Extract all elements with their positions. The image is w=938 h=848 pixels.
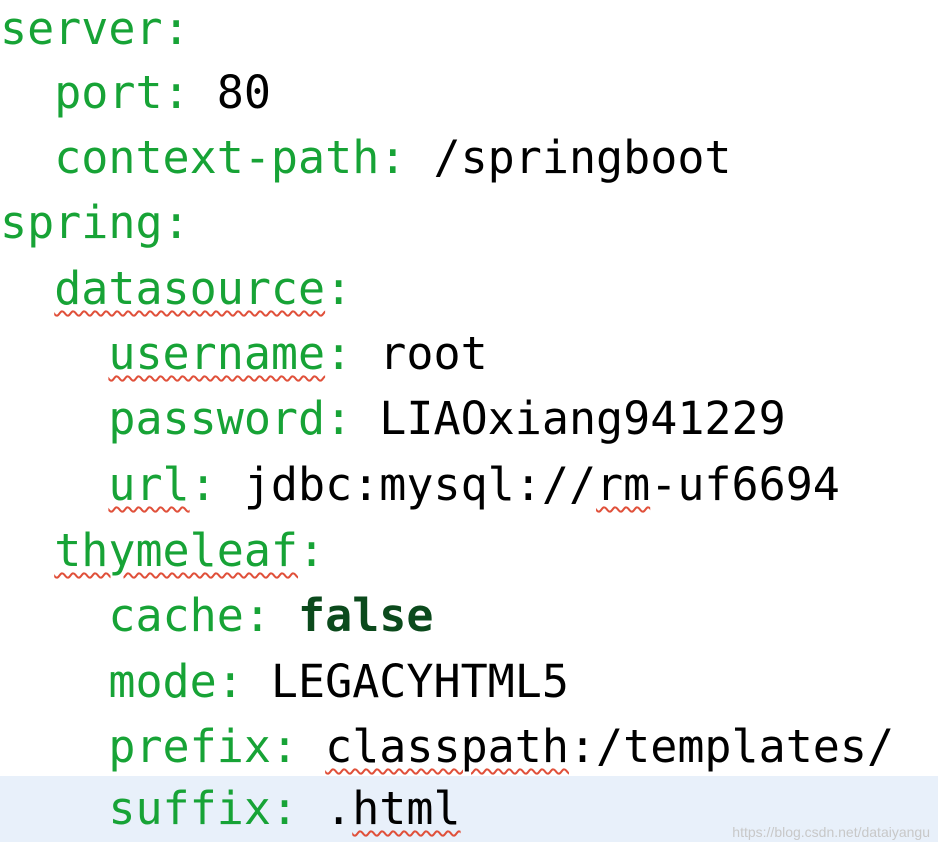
yaml-key-spellcheck: username <box>108 327 326 380</box>
yaml-key: cache <box>108 589 244 642</box>
code-line-password[interactable]: password: LIAOxiang941229 <box>0 386 938 452</box>
yaml-key: mode <box>108 655 217 708</box>
yaml-value: jdbc:mysql:// <box>216 458 597 511</box>
yaml-key: prefix <box>108 720 271 773</box>
yaml-key: spring <box>0 196 163 249</box>
code-line-thymeleaf[interactable]: thymeleaf: <box>0 518 938 584</box>
yaml-colon: : <box>325 392 353 445</box>
yaml-colon: : <box>379 131 407 184</box>
code-line-spring[interactable]: spring: <box>0 190 938 256</box>
yaml-key: suffix <box>108 782 271 835</box>
yaml-key: context-path <box>54 131 380 184</box>
code-line-server[interactable]: server: <box>0 0 938 62</box>
yaml-key-spellcheck: url <box>108 458 190 511</box>
code-line-context-path[interactable]: context-path: /springboot <box>0 125 938 191</box>
yaml-colon: : <box>216 655 244 708</box>
yaml-colon: : <box>243 589 271 642</box>
yaml-key: server <box>0 2 163 55</box>
yaml-key-spellcheck: thymeleaf <box>54 524 299 577</box>
yaml-value: :/templates/ <box>568 720 895 773</box>
yaml-value: -uf6694 <box>650 458 840 511</box>
code-line-mode[interactable]: mode: LEGACYHTML5 <box>0 649 938 715</box>
yaml-value: LEGACYHTML5 <box>243 655 569 708</box>
yaml-colon: : <box>270 782 299 835</box>
code-line-datasource[interactable]: datasource: <box>0 256 938 322</box>
yaml-value-spellcheck: rm <box>596 458 651 511</box>
yaml-boolean-keyword: false <box>298 589 434 642</box>
yaml-value-spellcheck: html <box>352 782 461 835</box>
yaml-colon: : <box>162 2 190 55</box>
yaml-editor[interactable]: server: port: 80 context-path: /springbo… <box>0 0 938 848</box>
yaml-colon: : <box>325 262 353 315</box>
yaml-key-spellcheck: datasource <box>54 262 326 315</box>
code-line-port[interactable]: port: 80 <box>0 60 938 126</box>
code-line-prefix[interactable]: prefix: classpath:/templates/ <box>0 714 938 780</box>
yaml-key: password <box>108 392 326 445</box>
yaml-value-spellcheck: classpath <box>325 720 569 773</box>
yaml-value: 80 <box>189 66 271 119</box>
yaml-value: . <box>298 782 353 835</box>
yaml-value: /springboot <box>406 131 732 184</box>
yaml-colon: : <box>325 327 353 380</box>
yaml-value: root <box>352 327 488 380</box>
yaml-colon: : <box>298 524 326 577</box>
yaml-colon: : <box>162 66 190 119</box>
yaml-key: port <box>54 66 163 119</box>
code-line-cache[interactable]: cache: false <box>0 583 938 649</box>
yaml-colon: : <box>162 196 190 249</box>
watermark-text: https://blog.csdn.net/dataiyangu <box>732 824 930 840</box>
yaml-value: LIAOxiang941229 <box>352 392 786 445</box>
code-line-username[interactable]: username: root <box>0 321 938 387</box>
code-line-url[interactable]: url: jdbc:mysql://rm-uf6694 <box>0 452 938 518</box>
yaml-colon: : <box>189 458 217 511</box>
yaml-colon: : <box>270 720 299 773</box>
